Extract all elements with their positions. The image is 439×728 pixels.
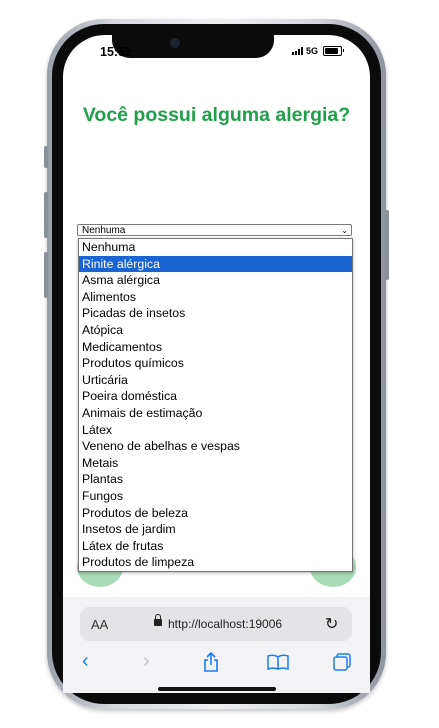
- dropdown-option[interactable]: Atópica: [79, 322, 352, 339]
- dropdown-option[interactable]: Medicamentos: [79, 339, 352, 356]
- dropdown-option[interactable]: Insetos de jardim: [79, 521, 352, 538]
- back-icon[interactable]: ‹: [82, 650, 89, 673]
- battery-icon: [323, 46, 345, 56]
- dropdown-option[interactable]: Alimentos: [79, 289, 352, 306]
- url-text[interactable]: http://localhost:19006: [168, 617, 282, 631]
- dropdown-option[interactable]: Rinite alérgica: [79, 255, 352, 273]
- dropdown-option[interactable]: Urticária: [79, 372, 352, 389]
- volume-down-button: [44, 252, 48, 298]
- signal-icon: [292, 47, 303, 55]
- dropdown-option[interactable]: Produtos de beleza: [79, 505, 352, 522]
- dropdown-option[interactable]: Fungos: [79, 488, 352, 505]
- reload-icon[interactable]: ↻: [325, 614, 338, 634]
- dropdown-option[interactable]: Nenhuma: [79, 239, 352, 256]
- text-size-button[interactable]: AA: [91, 617, 108, 632]
- dropdown-option[interactable]: Metais: [79, 455, 352, 472]
- share-icon[interactable]: [203, 652, 219, 672]
- dropdown-option[interactable]: Produtos de limpeza: [79, 554, 352, 571]
- dropdown-option[interactable]: Látex de frutas: [79, 538, 352, 555]
- home-indicator: [158, 687, 276, 691]
- camera-icon: [170, 38, 180, 48]
- forward-icon[interactable]: ›: [143, 650, 150, 673]
- power-button: [385, 210, 389, 280]
- status-icons: 5G: [292, 46, 345, 56]
- lock-icon: [154, 614, 162, 627]
- dropdown-option[interactable]: Poeira doméstica: [79, 388, 352, 405]
- dropdown-option[interactable]: Animais de estimação: [79, 405, 352, 422]
- chevron-down-icon: ⌄: [341, 226, 348, 235]
- allergy-dropdown-list[interactable]: Nenhuma Rinite alérgica Asma alérgica Alime…: [78, 238, 353, 572]
- dropdown-option[interactable]: Produtos químicos: [79, 355, 352, 372]
- network-label: 5G: [306, 46, 319, 56]
- dropdown-option[interactable]: Látex: [79, 422, 352, 439]
- page-title: Você possui alguma alergia?: [82, 104, 351, 126]
- notch: [112, 35, 274, 58]
- allergy-select[interactable]: Nenhuma ⌄: [77, 224, 352, 236]
- dropdown-option[interactable]: Veneno de abelhas e vespas: [79, 438, 352, 455]
- tabs-icon[interactable]: [333, 653, 351, 671]
- silent-switch: [44, 146, 48, 168]
- dropdown-option[interactable]: Asma alérgica: [79, 272, 352, 289]
- volume-up-button: [44, 192, 48, 238]
- dropdown-option[interactable]: Picadas de insetos: [79, 305, 352, 322]
- dropdown-option[interactable]: Plantas: [79, 471, 352, 488]
- allergy-select-value: Nenhuma: [82, 225, 126, 236]
- bookmarks-icon[interactable]: [267, 654, 289, 670]
- status-time: 15:52: [100, 45, 132, 59]
